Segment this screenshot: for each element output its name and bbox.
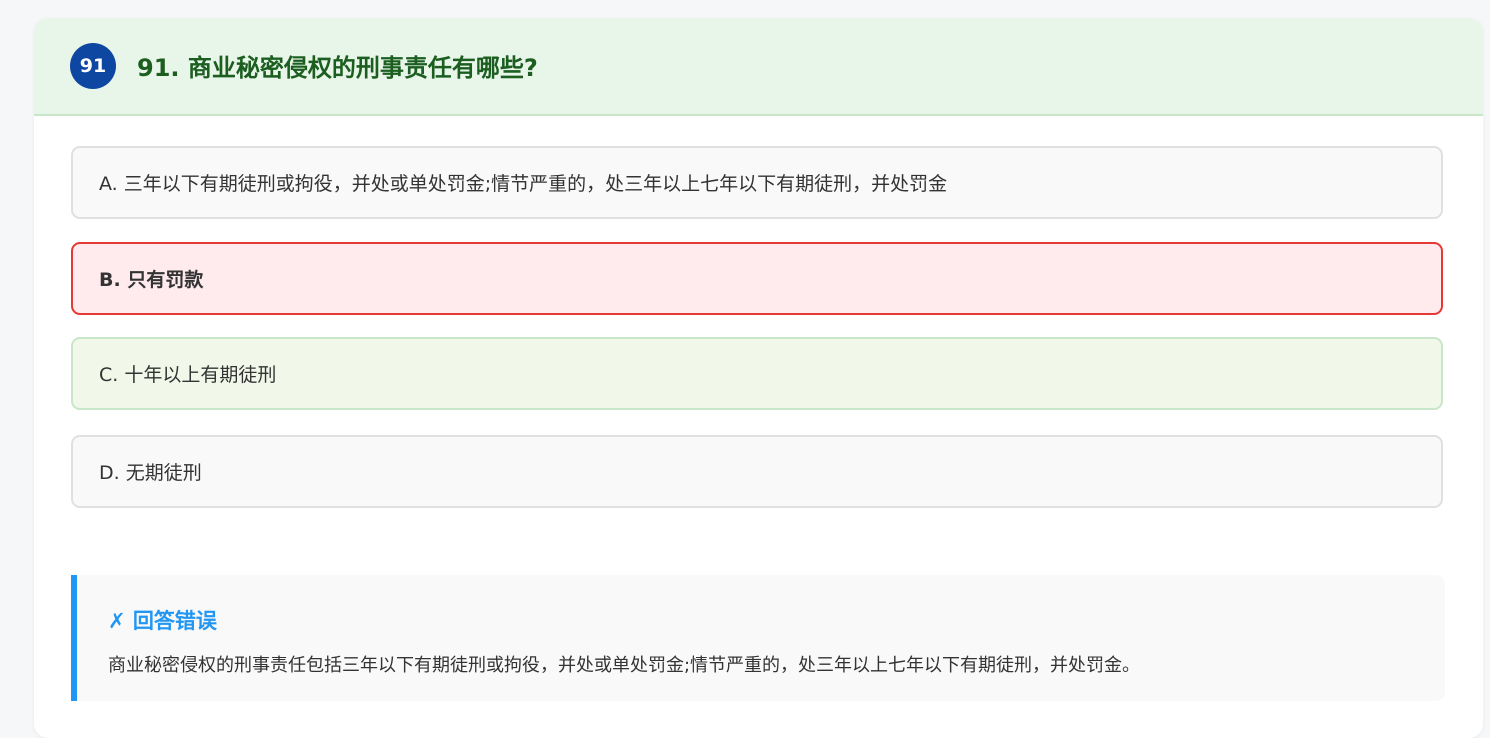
question-title: 91. 商业秘密侵权的刑事责任有哪些? <box>137 54 538 82</box>
option-d[interactable]: D. 无期徒刑 <box>71 435 1443 508</box>
question-card: 91 91. 商业秘密侵权的刑事责任有哪些? A. 三年以下有期徒刑或拘役，并处… <box>34 18 1483 738</box>
feedback-explanation: 商业秘密侵权的刑事责任包括三年以下有期徒刑或拘役，并处或单处罚金;情节严重的，处… <box>108 655 1141 676</box>
option-b[interactable]: B. 只有罚款 <box>71 242 1443 315</box>
answer-feedback-panel: ✗ 回答错误 商业秘密侵权的刑事责任包括三年以下有期徒刑或拘役，并处或单处罚金;… <box>71 575 1445 701</box>
question-number-badge: 91 <box>70 43 116 89</box>
option-a[interactable]: A. 三年以下有期徒刑或拘役，并处或单处罚金;情节严重的，处三年以上七年以下有期… <box>71 146 1443 219</box>
option-c[interactable]: C. 十年以上有期徒刑 <box>71 337 1443 410</box>
question-header: 91 91. 商业秘密侵权的刑事责任有哪些? <box>34 18 1483 116</box>
feedback-title: ✗ 回答错误 <box>108 609 217 633</box>
